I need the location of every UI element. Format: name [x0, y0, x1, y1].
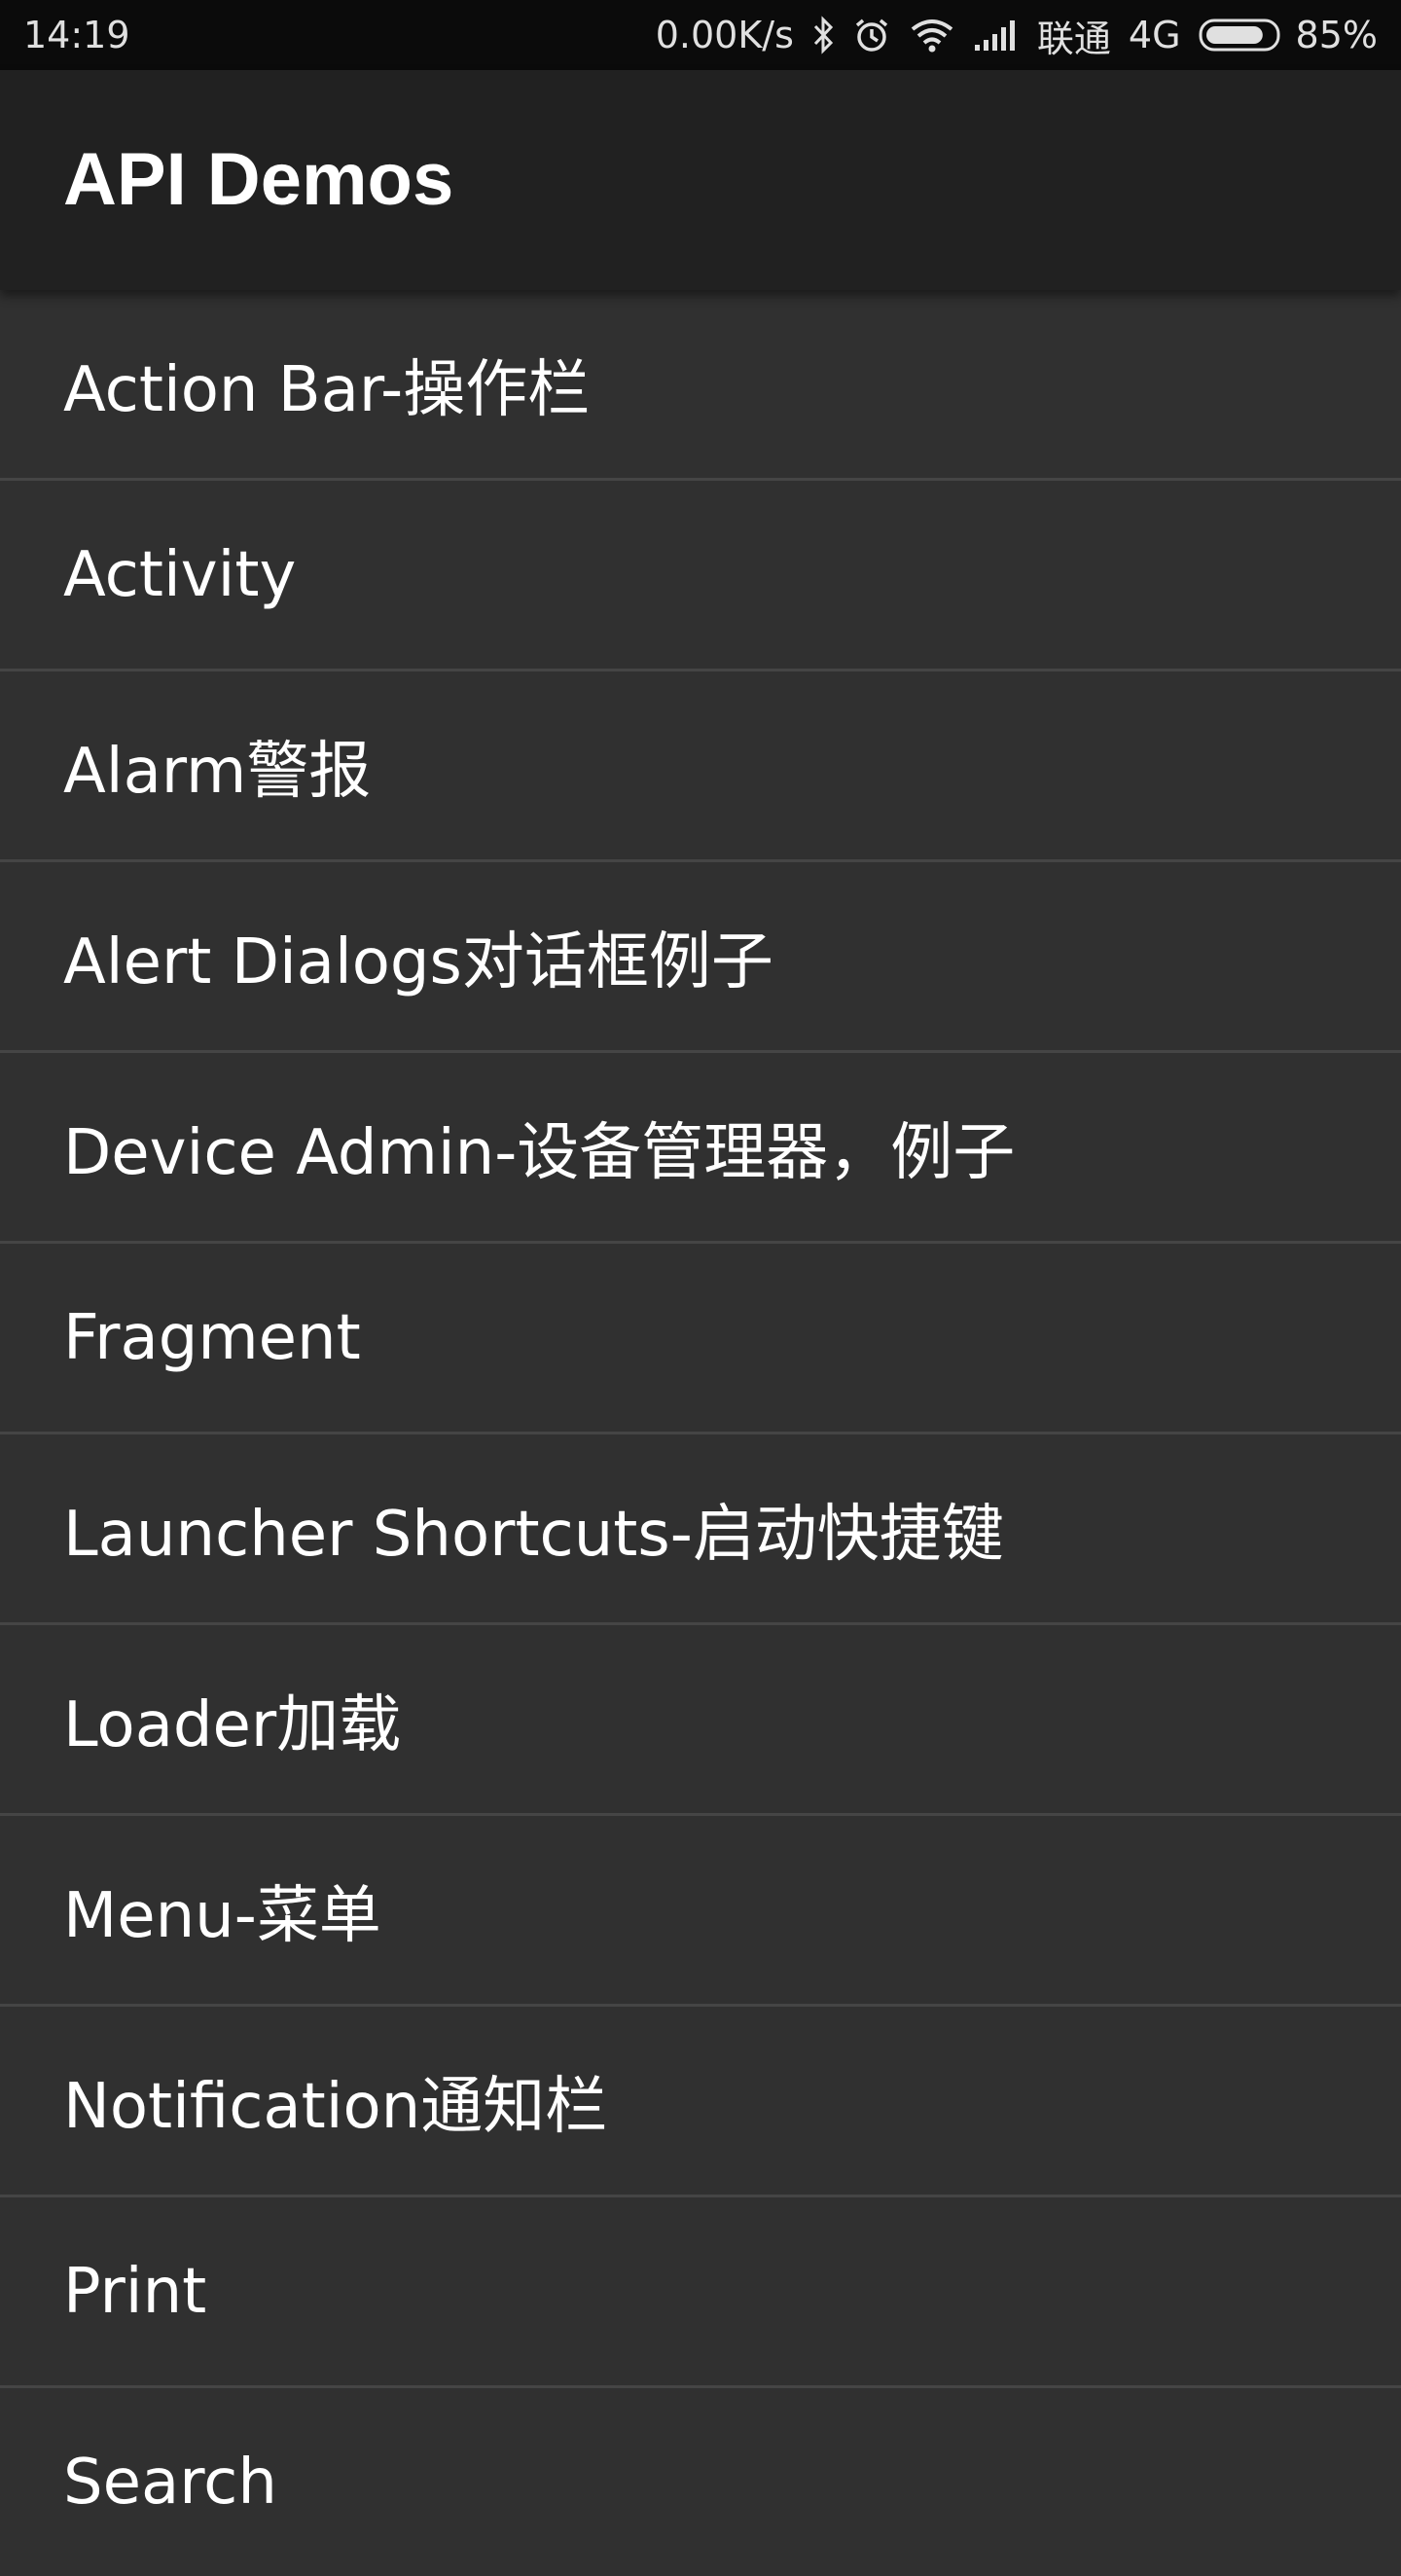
battery: 85% [1199, 14, 1378, 56]
alarm-icon [852, 14, 891, 56]
status-bar: 14:19 0.00K/s 联通 4G 85% [0, 0, 1401, 70]
status-time: 14:19 [23, 14, 130, 56]
list-item-menu[interactable]: Menu-菜单 [0, 1816, 1401, 2007]
signal-icon [973, 14, 1020, 56]
list-item-alarm[interactable]: Alarm警报 [0, 671, 1401, 862]
network-type: 4G [1128, 14, 1181, 56]
list-item-fragment[interactable]: Fragment [0, 1244, 1401, 1434]
page-title: API Demos [63, 138, 454, 221]
list-item-alert-dialogs[interactable]: Alert Dialogs对话框例子 [0, 862, 1401, 1053]
list-item-device-admin[interactable]: Device Admin-设备管理器，例子 [0, 1053, 1401, 1244]
status-icons: 0.00K/s 联通 4G 85% [656, 0, 1378, 70]
app-bar: API Demos [0, 70, 1401, 290]
list-item-action-bar[interactable]: Action Bar-操作栏 [0, 290, 1401, 481]
network-speed: 0.00K/s [655, 14, 794, 56]
wifi-icon [909, 14, 955, 56]
battery-percent: 85% [1295, 14, 1378, 56]
list-item-activity[interactable]: Activity [0, 481, 1401, 671]
list-item-search[interactable]: Search [0, 2388, 1401, 2576]
list-item-launcher-shortcuts[interactable]: Launcher Shortcuts-启动快捷键 [0, 1434, 1401, 1625]
demo-list: Action Bar-操作栏 Activity Alarm警报 Alert Di… [0, 290, 1401, 2576]
list-item-loader[interactable]: Loader加载 [0, 1625, 1401, 1816]
list-item-print[interactable]: Print [0, 2197, 1401, 2388]
carrier-name: 联通 [1036, 17, 1111, 60]
battery-icon [1199, 14, 1286, 56]
list-item-notification[interactable]: Notification通知栏 [0, 2007, 1401, 2197]
bluetooth-icon [811, 14, 835, 56]
